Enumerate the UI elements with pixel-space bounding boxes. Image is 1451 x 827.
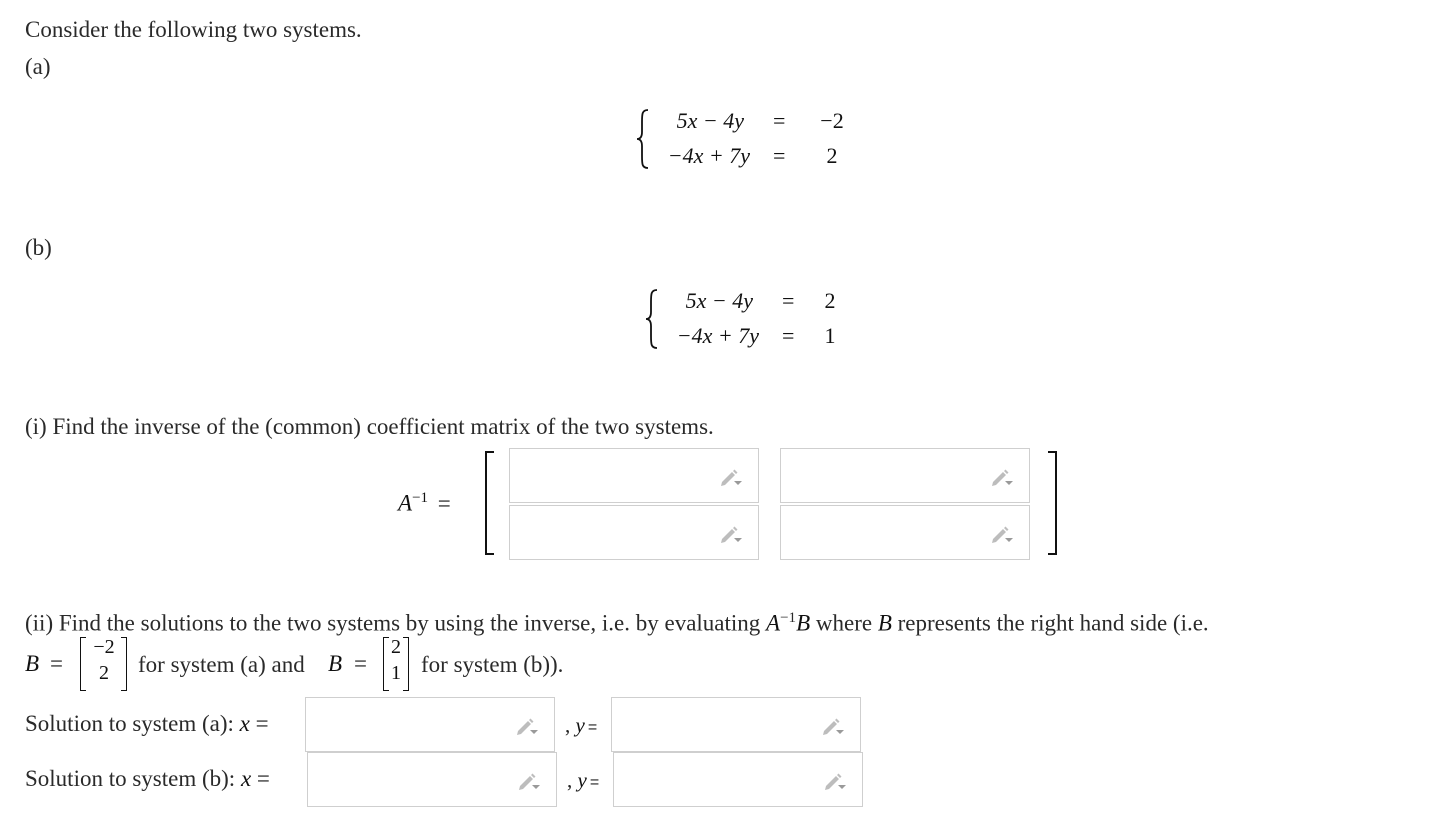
intro-text: Consider the following two systems. xyxy=(25,17,362,42)
system-b-row1-lhs: 5x − 4y xyxy=(685,288,753,313)
system-a-row2-eq: = xyxy=(773,143,786,168)
pencil-dropdown-icon[interactable] xyxy=(718,467,744,487)
math-a: A xyxy=(766,610,781,636)
for-system-b-text: for system (b)). xyxy=(421,652,564,677)
system-a-row2-rhs: 2 xyxy=(826,143,838,168)
inverse-label: A−1 = xyxy=(398,490,451,517)
inverse-exponent: −1 xyxy=(412,490,429,506)
inverse-cell-r2c2[interactable] xyxy=(780,505,1030,560)
system-b-row1-rhs: 2 xyxy=(824,288,836,313)
var-x: x xyxy=(240,766,252,791)
part-ii-prompt-mid: where xyxy=(810,610,878,636)
inverse-cell-r1c1[interactable] xyxy=(509,448,759,503)
comma-separator: , xyxy=(567,768,578,792)
solution-a-x-field[interactable] xyxy=(305,697,555,752)
b-equals-a: = xyxy=(50,651,63,676)
system-b-row1-eq: = xyxy=(782,288,795,313)
system-a-equations: 5x − 4y = −2 −4x + 7y = 2 xyxy=(636,108,866,172)
equals-sign: = xyxy=(587,719,598,736)
solution-b-y-label: , y = xyxy=(567,768,599,793)
system-a-row1-lhs: 5x − 4y xyxy=(676,108,744,133)
system-a-row1-eq: = xyxy=(773,108,786,133)
math-b: B xyxy=(877,610,892,636)
system-a-row1-rhs: −2 xyxy=(820,108,844,133)
vector-right-bracket xyxy=(121,637,127,691)
system-a-label: (a) xyxy=(25,54,51,79)
equals-sign: = xyxy=(255,711,269,736)
pencil-dropdown-icon[interactable] xyxy=(989,467,1015,487)
pencil-dropdown-icon[interactable] xyxy=(820,716,846,736)
math-exponent: −1 xyxy=(780,610,797,626)
vector-entry: 2 xyxy=(99,662,109,684)
var-y: y xyxy=(577,768,587,792)
var-y: y xyxy=(575,713,585,737)
part-i-prompt: (i) Find the inverse of the (common) coe… xyxy=(25,414,714,439)
system-b-label: (b) xyxy=(25,235,52,260)
pencil-dropdown-icon[interactable] xyxy=(516,771,542,791)
solution-a-y-field[interactable] xyxy=(611,697,861,752)
matrix-left-bracket xyxy=(485,451,494,555)
vector-right-bracket xyxy=(403,637,409,691)
solution-a-label: Solution to system (a): x = xyxy=(25,710,269,738)
inverse-cell-r1c2[interactable] xyxy=(780,448,1030,503)
pencil-dropdown-icon[interactable] xyxy=(822,771,848,791)
solution-b-text: Solution to system (b): xyxy=(25,766,241,791)
matrix-right-bracket xyxy=(1048,451,1057,555)
part-ii-prompt-start: (ii) Find the solutions to the two syste… xyxy=(25,610,767,636)
solution-a-y-label: , y = xyxy=(565,713,597,738)
equals-sign: = xyxy=(256,766,270,791)
system-b-row2-rhs: 1 xyxy=(824,323,836,348)
vector-entry: −2 xyxy=(93,636,115,658)
var-x: x xyxy=(239,711,250,736)
equals-sign: = xyxy=(437,490,451,516)
pencil-dropdown-icon[interactable] xyxy=(989,524,1015,544)
part-ii-prompt: (ii) Find the solutions to the two syste… xyxy=(25,604,1209,638)
system-b-equations: 5x − 4y = 2 −4x + 7y = 1 xyxy=(645,288,875,352)
b-label-a: B xyxy=(25,651,40,676)
solution-b-x-field[interactable] xyxy=(307,752,557,807)
pencil-dropdown-icon[interactable] xyxy=(718,524,744,544)
equals-sign: = xyxy=(589,774,600,791)
pencil-dropdown-icon[interactable] xyxy=(514,716,540,736)
system-a-row2-lhs: −4x + 7y xyxy=(667,143,750,168)
part-ii-prompt-end: represents the right hand side (i.e. xyxy=(891,610,1209,636)
matrix-a-symbol: A xyxy=(398,490,413,516)
vector-b-a: −2 2 xyxy=(86,634,122,686)
inverse-cell-r2c1[interactable] xyxy=(509,505,759,560)
b-equals-b: = xyxy=(354,651,367,676)
for-system-a-text: for system (a) and xyxy=(138,652,305,677)
b-label-b: B xyxy=(328,651,343,676)
system-b-row2-eq: = xyxy=(782,323,795,348)
solution-a-text: Solution to system (a): xyxy=(25,711,240,736)
math-b: B xyxy=(796,610,811,636)
solution-b-y-field[interactable] xyxy=(613,752,863,807)
comma-separator: , xyxy=(565,713,576,737)
solution-b-label: Solution to system (b): x = xyxy=(25,765,270,793)
system-b-row2-lhs: −4x + 7y xyxy=(676,323,759,348)
